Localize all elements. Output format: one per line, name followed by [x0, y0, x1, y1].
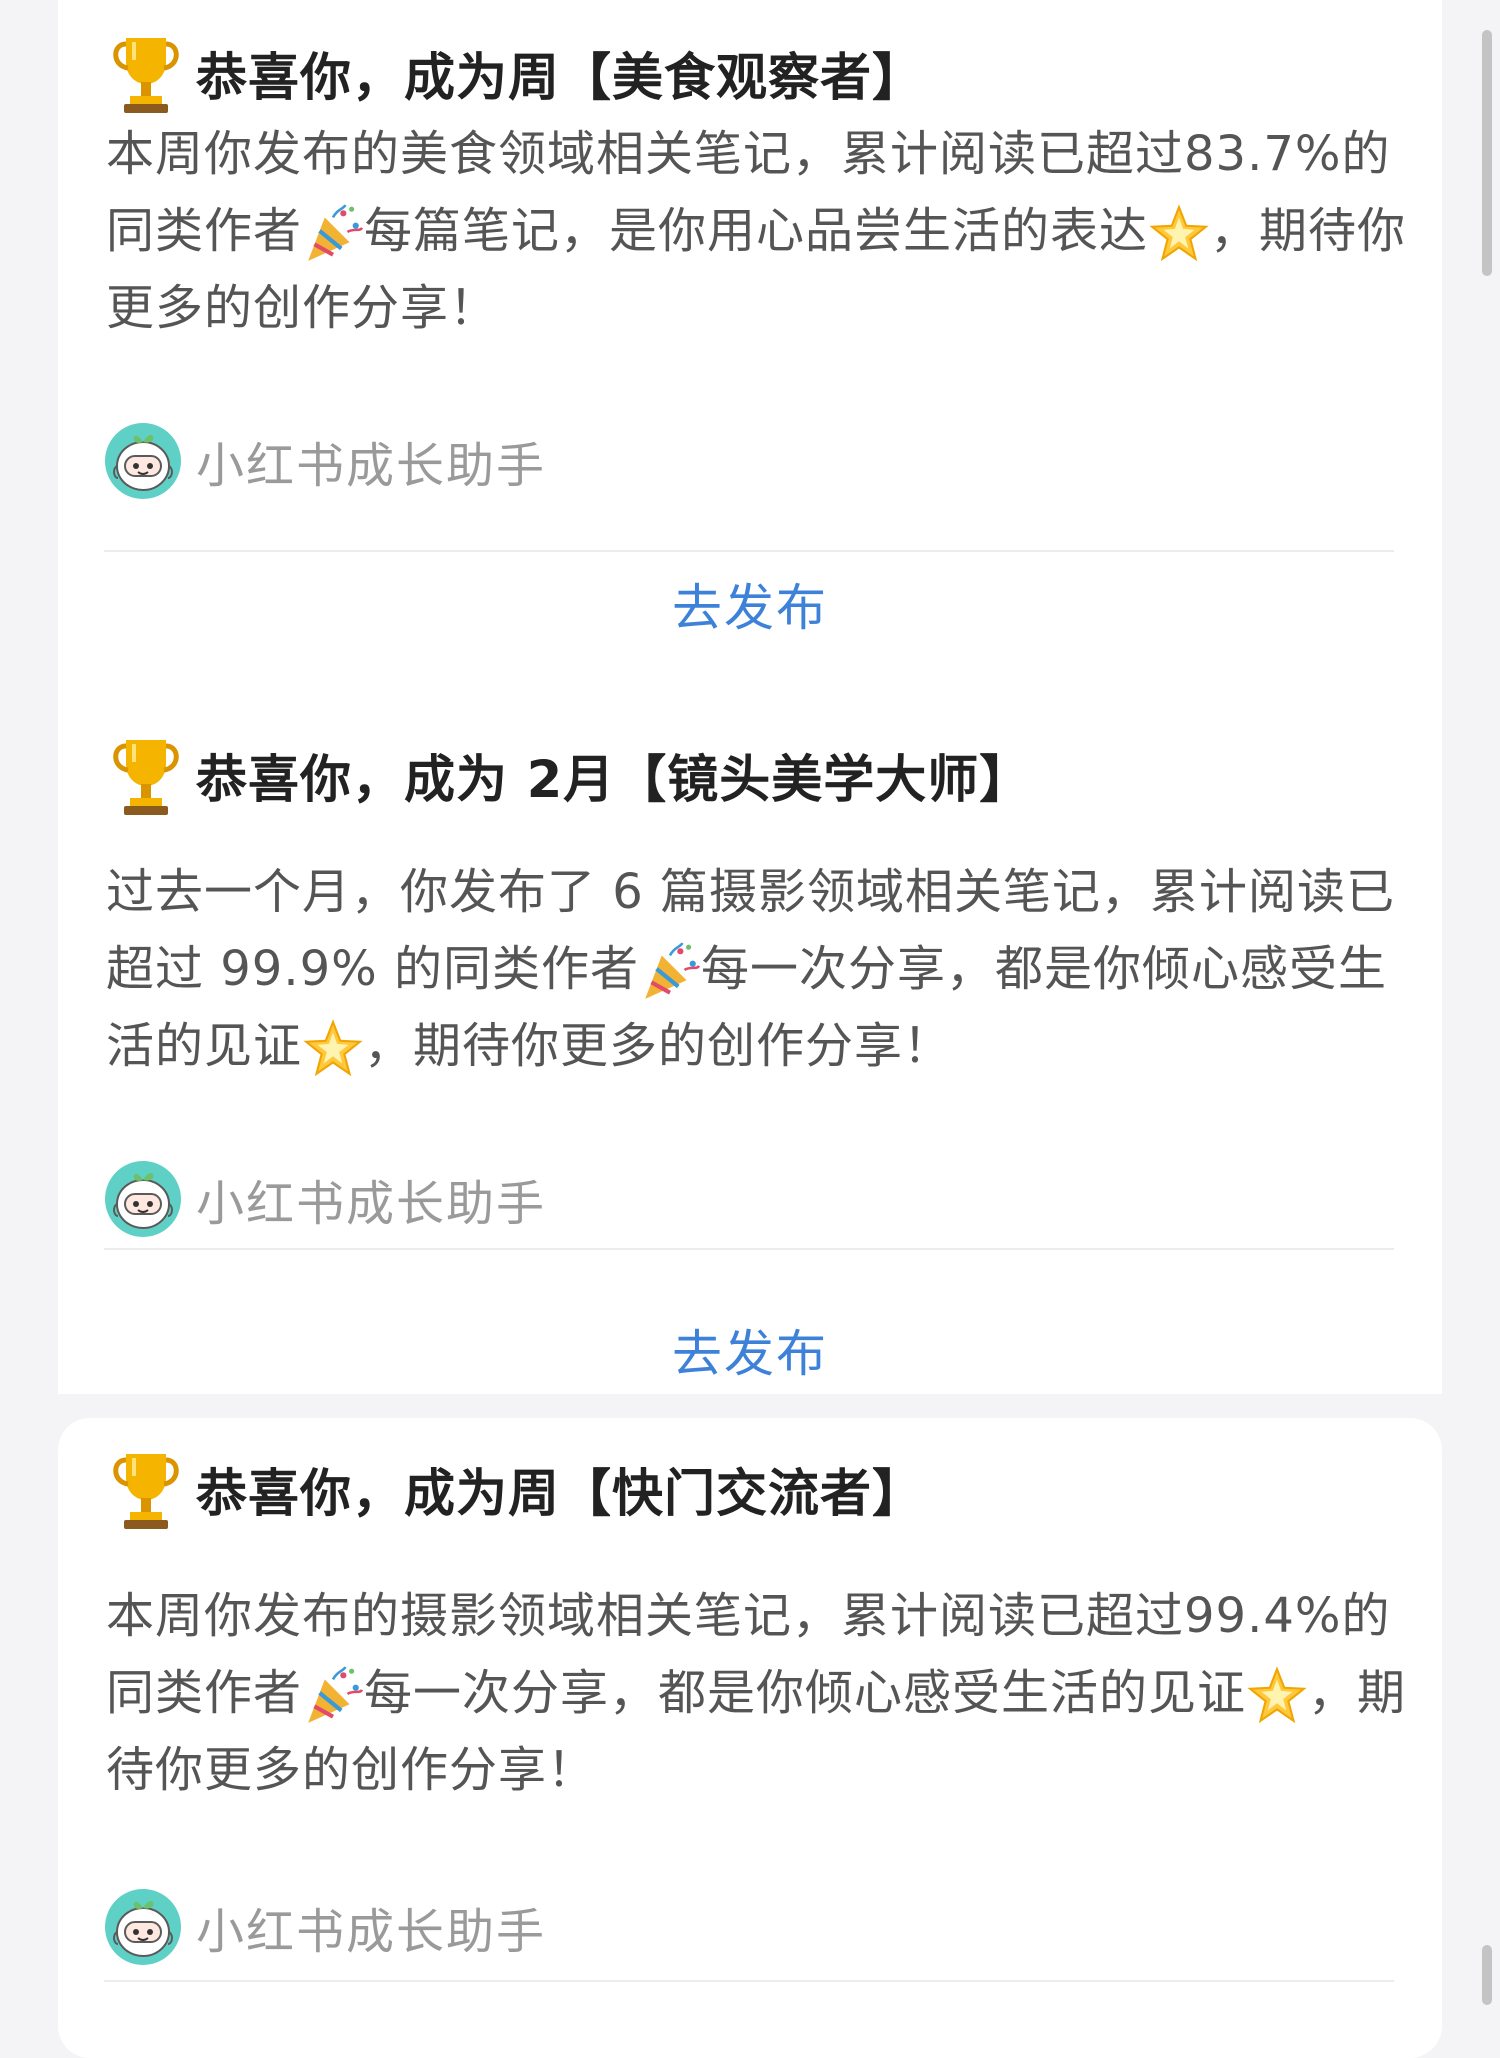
body-text: ，期待你更多的创作分享！: [364, 1018, 953, 1074]
glowing-star-icon: [1246, 1665, 1308, 1727]
scrollbar-indicator[interactable]: [1482, 1945, 1492, 2005]
trophy-icon: [108, 32, 184, 114]
sender-row[interactable]: 小红书成长助手: [104, 1160, 546, 1238]
divider: [104, 1248, 1394, 1250]
body-text: 每一次分享，都是你倾心感受生活的见证: [364, 1665, 1247, 1721]
sender-row[interactable]: 小红书成长助手: [104, 1888, 546, 1966]
publish-button[interactable]: 去发布: [58, 1314, 1442, 1386]
trophy-icon: [108, 734, 184, 816]
body-text: 每篇笔记，是你用心品尝生活的表达: [364, 203, 1149, 259]
sender-row[interactable]: 小红书成长助手: [104, 422, 546, 500]
divider: [104, 1980, 1394, 1982]
notification-card: 恭喜你，成为周【美食观察者】 本周你发布的美食领域相关笔记，累计阅读已超过83.…: [58, 0, 1442, 714]
party-popper-icon: [639, 941, 701, 1003]
notification-card: 恭喜你，成为 2月【镜头美学大师】 过去一个月，你发布了 6 篇摄影领域相关笔记…: [58, 714, 1442, 1394]
publish-button[interactable]: 去发布: [58, 568, 1442, 640]
sender-name[interactable]: 小红书成长助手: [196, 1892, 546, 1962]
card-title: 恭喜你，成为周【美食观察者】: [196, 49, 925, 108]
sender-name[interactable]: 小红书成长助手: [196, 426, 546, 496]
card-title-row: 恭喜你，成为周【美食观察者】: [108, 32, 924, 114]
assistant-avatar[interactable]: [104, 422, 182, 500]
card-title-row: 恭喜你，成为周【快门交流者】: [108, 1448, 924, 1530]
card-body: 本周你发布的摄影领域相关笔记，累计阅读已超过99.4%的同类作者 每一次分享，都是…: [106, 1578, 1416, 1809]
scrollbar-thumb[interactable]: [1482, 30, 1492, 276]
assistant-avatar[interactable]: [104, 1160, 182, 1238]
glowing-star-icon: [1148, 203, 1210, 265]
card-body: 本周你发布的美食领域相关笔记，累计阅读已超过83.7%的同类作者 每篇笔记，是你用…: [106, 116, 1416, 347]
divider: [104, 550, 1394, 552]
notification-card: 恭喜你，成为周【快门交流者】 本周你发布的摄影领域相关笔记，累计阅读已超过99.…: [58, 1418, 1442, 2058]
trophy-icon: [108, 1448, 184, 1530]
card-body: 过去一个月，你发布了 6 篇摄影领域相关笔记，累计阅读已超过 99.9% 的同类…: [106, 854, 1416, 1085]
party-popper-icon: [302, 1665, 364, 1727]
card-title-row: 恭喜你，成为 2月【镜头美学大师】: [108, 734, 1031, 816]
glowing-star-icon: [302, 1018, 364, 1080]
card-title: 恭喜你，成为周【快门交流者】: [196, 1465, 925, 1524]
card-title: 恭喜你，成为 2月【镜头美学大师】: [196, 751, 1032, 810]
assistant-avatar[interactable]: [104, 1888, 182, 1966]
sender-name[interactable]: 小红书成长助手: [196, 1164, 546, 1234]
party-popper-icon: [302, 203, 364, 265]
